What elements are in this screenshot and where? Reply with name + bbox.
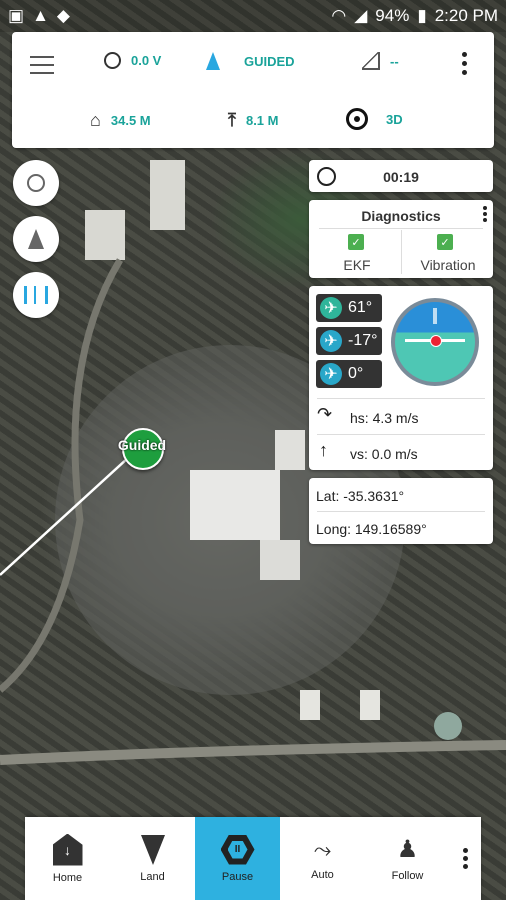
land-icon	[140, 834, 165, 865]
flight-time: 00:19	[383, 169, 419, 185]
flight-mode-selector[interactable]: GUIDED	[206, 52, 295, 70]
clock: 2:20 PM	[434, 6, 498, 25]
home-return-icon: ↓	[52, 833, 83, 866]
flight-mode: GUIDED	[244, 53, 295, 69]
follow-button[interactable]: ♟ Follow	[365, 817, 450, 900]
horizontal-speed-icon: ↷	[317, 404, 333, 424]
cell-signal-icon: ◢	[354, 6, 368, 25]
airplane-roll-icon: ✈	[320, 363, 342, 385]
home-icon: ⌂	[90, 110, 101, 130]
action-bar: ↓ Home Land II Pause ⤳ Auto ♟ Follow	[25, 817, 481, 900]
image-notification-icon: ▣	[8, 6, 25, 25]
longitude: Long: 149.16589°	[316, 521, 427, 537]
waypoint-route-icon: ⤳	[313, 836, 332, 862]
auto-button-label: Auto	[311, 868, 334, 881]
crosshair-icon	[27, 174, 45, 192]
voltage-value: 0.0 V	[131, 53, 162, 68]
signal-value: --	[390, 53, 399, 69]
locate-user-button[interactable]	[13, 216, 59, 262]
telemetry-bar: 0.0 V GUIDED -- ⌂ 34.5 M ⤒ 8.1 M 3D	[12, 32, 494, 148]
auto-button[interactable]: ⤳ Auto	[280, 817, 365, 900]
roll-value: 0°	[348, 365, 364, 382]
vibration-check-icon: ✓	[437, 234, 453, 250]
follow-button-label: Follow	[391, 870, 424, 882]
map-layers-button[interactable]	[13, 272, 59, 318]
mountain-notification-icon: ▲	[32, 6, 49, 25]
locate-drone-button[interactable]	[13, 160, 59, 206]
land-button[interactable]: Land	[110, 817, 195, 900]
diagnostics-panel: Diagnostics ✓ ✓ EKF Vibration	[309, 200, 493, 278]
latitude: Lat: -35.3631°	[316, 488, 405, 504]
attitude-panel: ✈ 61° ✈ -17° ✈ 0° ↷ hs: 4.3 m/s ↑ vs: 0.…	[309, 286, 493, 470]
home-button[interactable]: ↓ Home	[25, 817, 110, 900]
home-distance: 34.5 M	[110, 113, 151, 128]
flight-timer: 00:19	[309, 160, 493, 192]
menu-icon[interactable]	[30, 56, 54, 74]
pause-button[interactable]: II Pause	[195, 817, 280, 900]
app-notification-icon: ◆	[56, 6, 70, 25]
pause-button-label: Pause	[221, 870, 254, 883]
signal-strength-icon	[362, 52, 380, 70]
altitude-value: 8.1 M	[245, 113, 279, 128]
land-button-label: Land	[140, 870, 165, 883]
drone-marker-label: Guided	[117, 437, 167, 453]
home-button-label: Home	[52, 871, 83, 884]
horizontal-speed: hs: 4.3 m/s	[350, 410, 419, 426]
location-panel: Lat: -35.3631° Long: 149.16589°	[309, 478, 493, 544]
more-actions-icon[interactable]	[450, 817, 481, 900]
battery-icon: ▮	[417, 6, 427, 25]
battery-percent: 94%	[375, 6, 410, 25]
gps-fix: 3D	[386, 111, 403, 127]
status-bar: ▣ ▲ ◆ ◠ ◢ 94% ▮ 2:20 PM	[0, 0, 506, 32]
airplane-yaw-icon: ✈	[320, 297, 342, 319]
split-view-icon	[24, 286, 48, 304]
diagnostics-title: Diagnostics	[361, 208, 441, 224]
ekf-check-icon: ✓	[348, 234, 364, 250]
vertical-speed-icon: ↑	[319, 440, 328, 460]
vibration-label[interactable]: Vibration	[409, 257, 487, 273]
pause-icon: II	[220, 834, 255, 865]
pitch-value: -17°	[348, 332, 378, 349]
gps-crosshair-icon	[346, 108, 368, 130]
battery-circle-icon	[104, 52, 121, 69]
airplane-pitch-icon: ✈	[320, 330, 342, 352]
attitude-indicator	[391, 298, 479, 386]
yaw-value: 61°	[348, 299, 373, 316]
yaw-badge: ✈ 61°	[316, 294, 382, 322]
vertical-speed: vs: 0.0 m/s	[350, 446, 418, 462]
navigation-arrow-icon	[206, 52, 220, 70]
follow-person-icon: ♟	[396, 836, 419, 863]
navigation-arrow-icon	[28, 229, 44, 249]
ekf-label[interactable]: EKF	[327, 257, 387, 273]
diagnostics-menu-icon[interactable]	[483, 206, 487, 222]
pitch-badge: ✈ -17°	[316, 327, 382, 355]
overflow-menu-icon[interactable]	[462, 52, 468, 75]
roll-badge: ✈ 0°	[316, 360, 382, 388]
altitude-upload-icon: ⤒	[228, 110, 236, 130]
wifi-icon: ◠	[331, 6, 347, 25]
